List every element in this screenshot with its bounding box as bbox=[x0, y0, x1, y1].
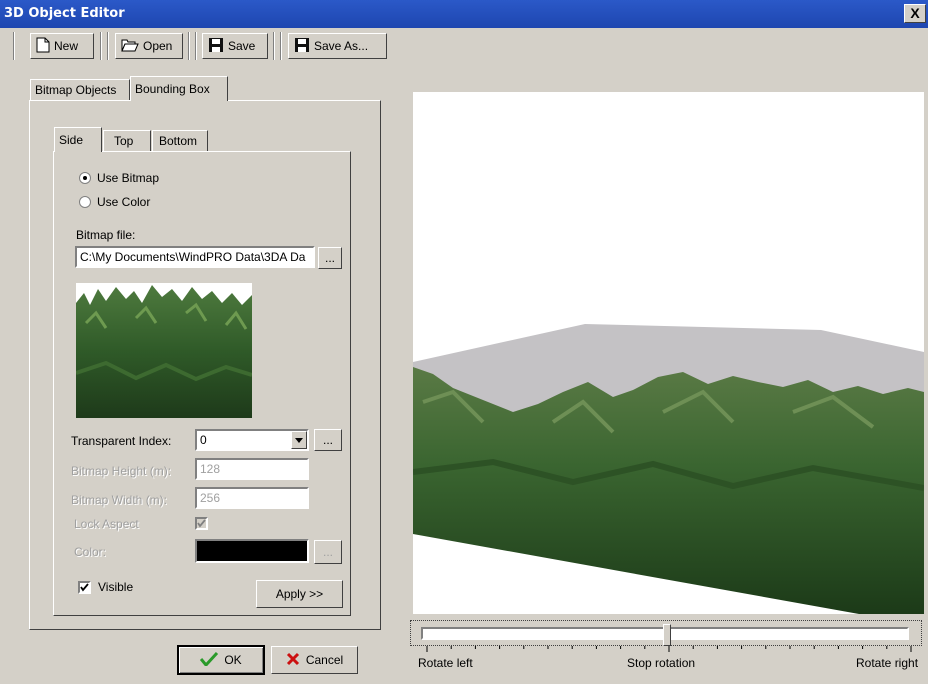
lock-aspect-checkbox[interactable] bbox=[195, 517, 208, 530]
3d-viewport[interactable] bbox=[413, 92, 924, 614]
tab-label: Bounding Box bbox=[135, 82, 210, 96]
visible-label: Visible bbox=[98, 580, 134, 594]
transparent-index-label: Transparent Index: bbox=[71, 434, 172, 448]
tab-label: Bottom bbox=[159, 134, 198, 148]
use-color-label: Use Color bbox=[97, 195, 151, 209]
tab-label: Side bbox=[59, 133, 84, 147]
toolbar-separator bbox=[195, 32, 197, 60]
transparent-index-select[interactable]: 0 bbox=[195, 429, 309, 451]
checkmark-icon bbox=[197, 519, 206, 528]
cancel-button[interactable]: Cancel bbox=[271, 646, 358, 674]
tree-wall-surface bbox=[413, 367, 924, 614]
stop-rotation-label: Stop rotation bbox=[627, 656, 696, 670]
checkmark-icon bbox=[200, 651, 219, 669]
use-color-radio[interactable] bbox=[79, 196, 91, 208]
tab-bottom[interactable]: Bottom bbox=[152, 130, 208, 152]
window-title: 3D Object Editor bbox=[4, 6, 125, 21]
ok-button-label: OK bbox=[224, 653, 242, 667]
tab-top[interactable]: Top bbox=[103, 130, 151, 152]
radio-dot bbox=[83, 176, 87, 180]
visible-checkbox[interactable] bbox=[78, 581, 91, 594]
save-button-label: Save bbox=[228, 39, 256, 53]
new-button-label: New bbox=[54, 39, 79, 53]
use-bitmap-radio[interactable] bbox=[79, 172, 91, 184]
bitmap-preview bbox=[76, 283, 252, 418]
folder-open-icon bbox=[121, 38, 139, 55]
color-label: Color: bbox=[74, 545, 107, 559]
checkmark-icon bbox=[80, 583, 89, 592]
toolbar-separator bbox=[280, 32, 282, 60]
bitmap-width-input[interactable]: 256 bbox=[195, 487, 309, 509]
floppy-disk-icon bbox=[208, 37, 224, 56]
ok-button[interactable]: OK bbox=[177, 645, 265, 675]
tab-label: Top bbox=[114, 134, 134, 148]
chevron-down-icon[interactable] bbox=[291, 431, 307, 449]
slider-ticks bbox=[426, 646, 912, 652]
bitmap-height-label: Bitmap Height (m): bbox=[71, 464, 172, 478]
rotate-left-label: Rotate left bbox=[418, 656, 473, 670]
open-button[interactable]: Open bbox=[115, 33, 183, 59]
bitmap-file-label: Bitmap file: bbox=[76, 228, 136, 242]
close-button[interactable]: X bbox=[904, 4, 926, 23]
use-bitmap-label: Use Bitmap bbox=[97, 171, 160, 185]
tab-bitmap-objects[interactable]: Bitmap Objects bbox=[30, 79, 130, 101]
title-bar: 3D Object Editor X bbox=[0, 0, 928, 28]
cancel-button-label: Cancel bbox=[305, 653, 344, 667]
bitmap-height-input[interactable]: 128 bbox=[195, 458, 309, 480]
color-more-button[interactable]: ... bbox=[314, 540, 342, 564]
save-as-button-label: Save As... bbox=[314, 39, 369, 53]
toolbar-separator bbox=[273, 32, 275, 60]
floppy-disk-icon bbox=[294, 37, 310, 56]
toolbar-separator bbox=[100, 32, 102, 60]
bitmap-width-label: Bitmap Width (m): bbox=[71, 493, 168, 507]
tab-label: Bitmap Objects bbox=[35, 83, 117, 97]
save-button[interactable]: Save bbox=[202, 33, 268, 59]
close-icon bbox=[286, 652, 300, 669]
toolbar-separator bbox=[107, 32, 109, 60]
transparent-index-value: 0 bbox=[200, 433, 207, 447]
toolbar-separator bbox=[188, 32, 190, 60]
new-file-icon bbox=[36, 37, 50, 56]
tab-side[interactable]: Side bbox=[54, 127, 102, 152]
new-button[interactable]: New bbox=[30, 33, 94, 59]
open-button-label: Open bbox=[143, 39, 173, 53]
tab-bounding-box[interactable]: Bounding Box bbox=[130, 76, 228, 101]
toolbar: New Open Save Save As... bbox=[0, 28, 928, 64]
transparent-index-more-button[interactable]: ... bbox=[314, 429, 342, 451]
rotation-slider-thumb[interactable] bbox=[663, 624, 671, 646]
browse-bitmap-button[interactable]: ... bbox=[318, 247, 342, 269]
rotate-right-label: Rotate right bbox=[856, 656, 919, 670]
toolbar-separator bbox=[13, 32, 15, 60]
bitmap-file-input[interactable]: C:\My Documents\WindPRO Data\3DA Da bbox=[75, 246, 315, 268]
save-as-button[interactable]: Save As... bbox=[288, 33, 387, 59]
lock-aspect-label: Lock Aspect bbox=[74, 517, 139, 531]
apply-button[interactable]: Apply >> bbox=[256, 580, 343, 608]
color-swatch[interactable] bbox=[195, 539, 309, 563]
